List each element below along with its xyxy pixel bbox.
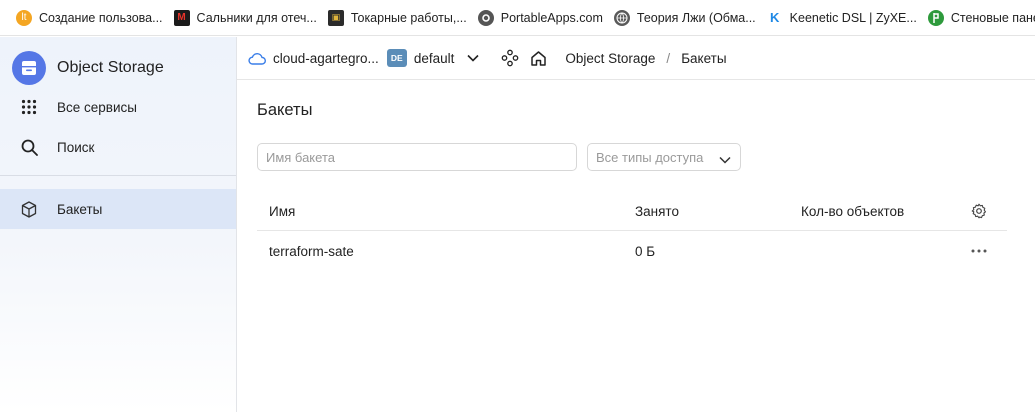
table-settings-button[interactable] — [971, 191, 987, 231]
panels-logo-icon — [927, 9, 944, 26]
access-type-select[interactable]: Все типы доступа — [587, 143, 741, 171]
breadcrumb-separator: / — [666, 50, 671, 66]
bookmark-item[interactable]: M Сальники для отеч... — [170, 5, 324, 31]
page-title: Бакеты — [257, 101, 313, 119]
cloud-icon — [248, 52, 266, 65]
top-header: cloud-agartegro... DE default Object Sto… — [237, 37, 1035, 80]
breadcrumb-buckets: Бакеты — [681, 50, 727, 66]
service-brand[interactable]: Object Storage — [12, 51, 164, 85]
sidebar-item-buckets[interactable]: Бакеты — [0, 189, 236, 229]
access-type-select-value: Все типы доступа — [596, 149, 704, 165]
table-row[interactable]: terraform-sate 0 Б — [257, 231, 1007, 271]
bucket-name-search-input[interactable] — [257, 143, 577, 171]
sidebar: Object Storage Все сервисы Поиск Бакеты — [0, 37, 237, 412]
buckets-table: Имя Занято Кол-во объектов terraform-sat… — [257, 191, 1007, 271]
home-icon[interactable] — [530, 50, 547, 67]
gear-icon — [971, 203, 987, 219]
service-title: Object Storage — [57, 59, 164, 76]
sidebar-item-label: Все сервисы — [57, 99, 137, 115]
bookmark-label: Сальники для отеч... — [196, 10, 317, 25]
chevron-down-icon — [719, 152, 731, 167]
breadcrumb-object-storage[interactable]: Object Storage — [565, 51, 655, 66]
portableapps-icon — [477, 9, 494, 26]
bookmark-item[interactable]: Теория Лжи (Обма... — [610, 5, 763, 31]
bookmark-label: Стеновые панели /... — [950, 10, 1035, 25]
bookmark-item[interactable]: lt Создание пользова... — [12, 5, 170, 31]
more-horizontal-icon — [971, 249, 987, 253]
bookmark-item[interactable]: PortableApps.com — [474, 5, 610, 31]
column-header-used[interactable]: Занято — [635, 191, 679, 231]
bookmark-label: Keenetic DSL | ZyXE... — [789, 10, 917, 25]
sidebar-item-label: Поиск — [57, 139, 95, 155]
bookmark-label: Теория Лжи (Обма... — [636, 10, 756, 25]
bookmark-label: Создание пользова... — [39, 10, 163, 25]
lt-logo-icon: lt — [16, 9, 32, 26]
search-icon — [20, 138, 38, 156]
object-storage-icon — [12, 51, 46, 85]
bucket-used: 0 Б — [635, 243, 656, 259]
lathe-logo-icon: ▣ — [327, 9, 344, 26]
bucket-name[interactable]: terraform-sate — [269, 231, 354, 271]
cube-icon — [20, 200, 38, 218]
row-actions-button[interactable] — [971, 231, 987, 271]
bookmark-item[interactable]: ▣ Токарные работы,... — [324, 5, 474, 31]
column-header-objects[interactable]: Кол-во объектов — [801, 191, 904, 231]
sidebar-item-label: Бакеты — [57, 201, 103, 217]
bookmark-label: PortableApps.com — [500, 10, 603, 25]
folder-selector[interactable]: default — [414, 51, 455, 66]
cloud-selector[interactable]: cloud-agartegro... — [273, 51, 379, 66]
folder-badge: DE — [386, 49, 407, 67]
seal-logo-icon: M — [173, 9, 190, 26]
bookmark-label: Токарные работы,... — [350, 10, 467, 25]
organization-icon[interactable] — [501, 49, 519, 67]
bookmark-item[interactable]: Стеновые панели /... — [924, 5, 1035, 31]
table-header: Имя Занято Кол-во объектов — [257, 191, 1007, 231]
bookmarks-bar: lt Создание пользова... M Сальники для о… — [0, 0, 1035, 36]
sidebar-divider — [0, 175, 236, 176]
globe-icon — [613, 9, 630, 26]
bookmark-item[interactable]: K Keenetic DSL | ZyXE... — [763, 5, 924, 31]
sidebar-item-all-services[interactable]: Все сервисы — [0, 87, 236, 127]
column-header-name[interactable]: Имя — [269, 191, 295, 231]
keenetic-icon: K — [766, 9, 783, 26]
chevron-down-icon[interactable] — [467, 54, 479, 62]
sidebar-item-search[interactable]: Поиск — [0, 127, 236, 167]
grid-icon — [20, 98, 38, 116]
